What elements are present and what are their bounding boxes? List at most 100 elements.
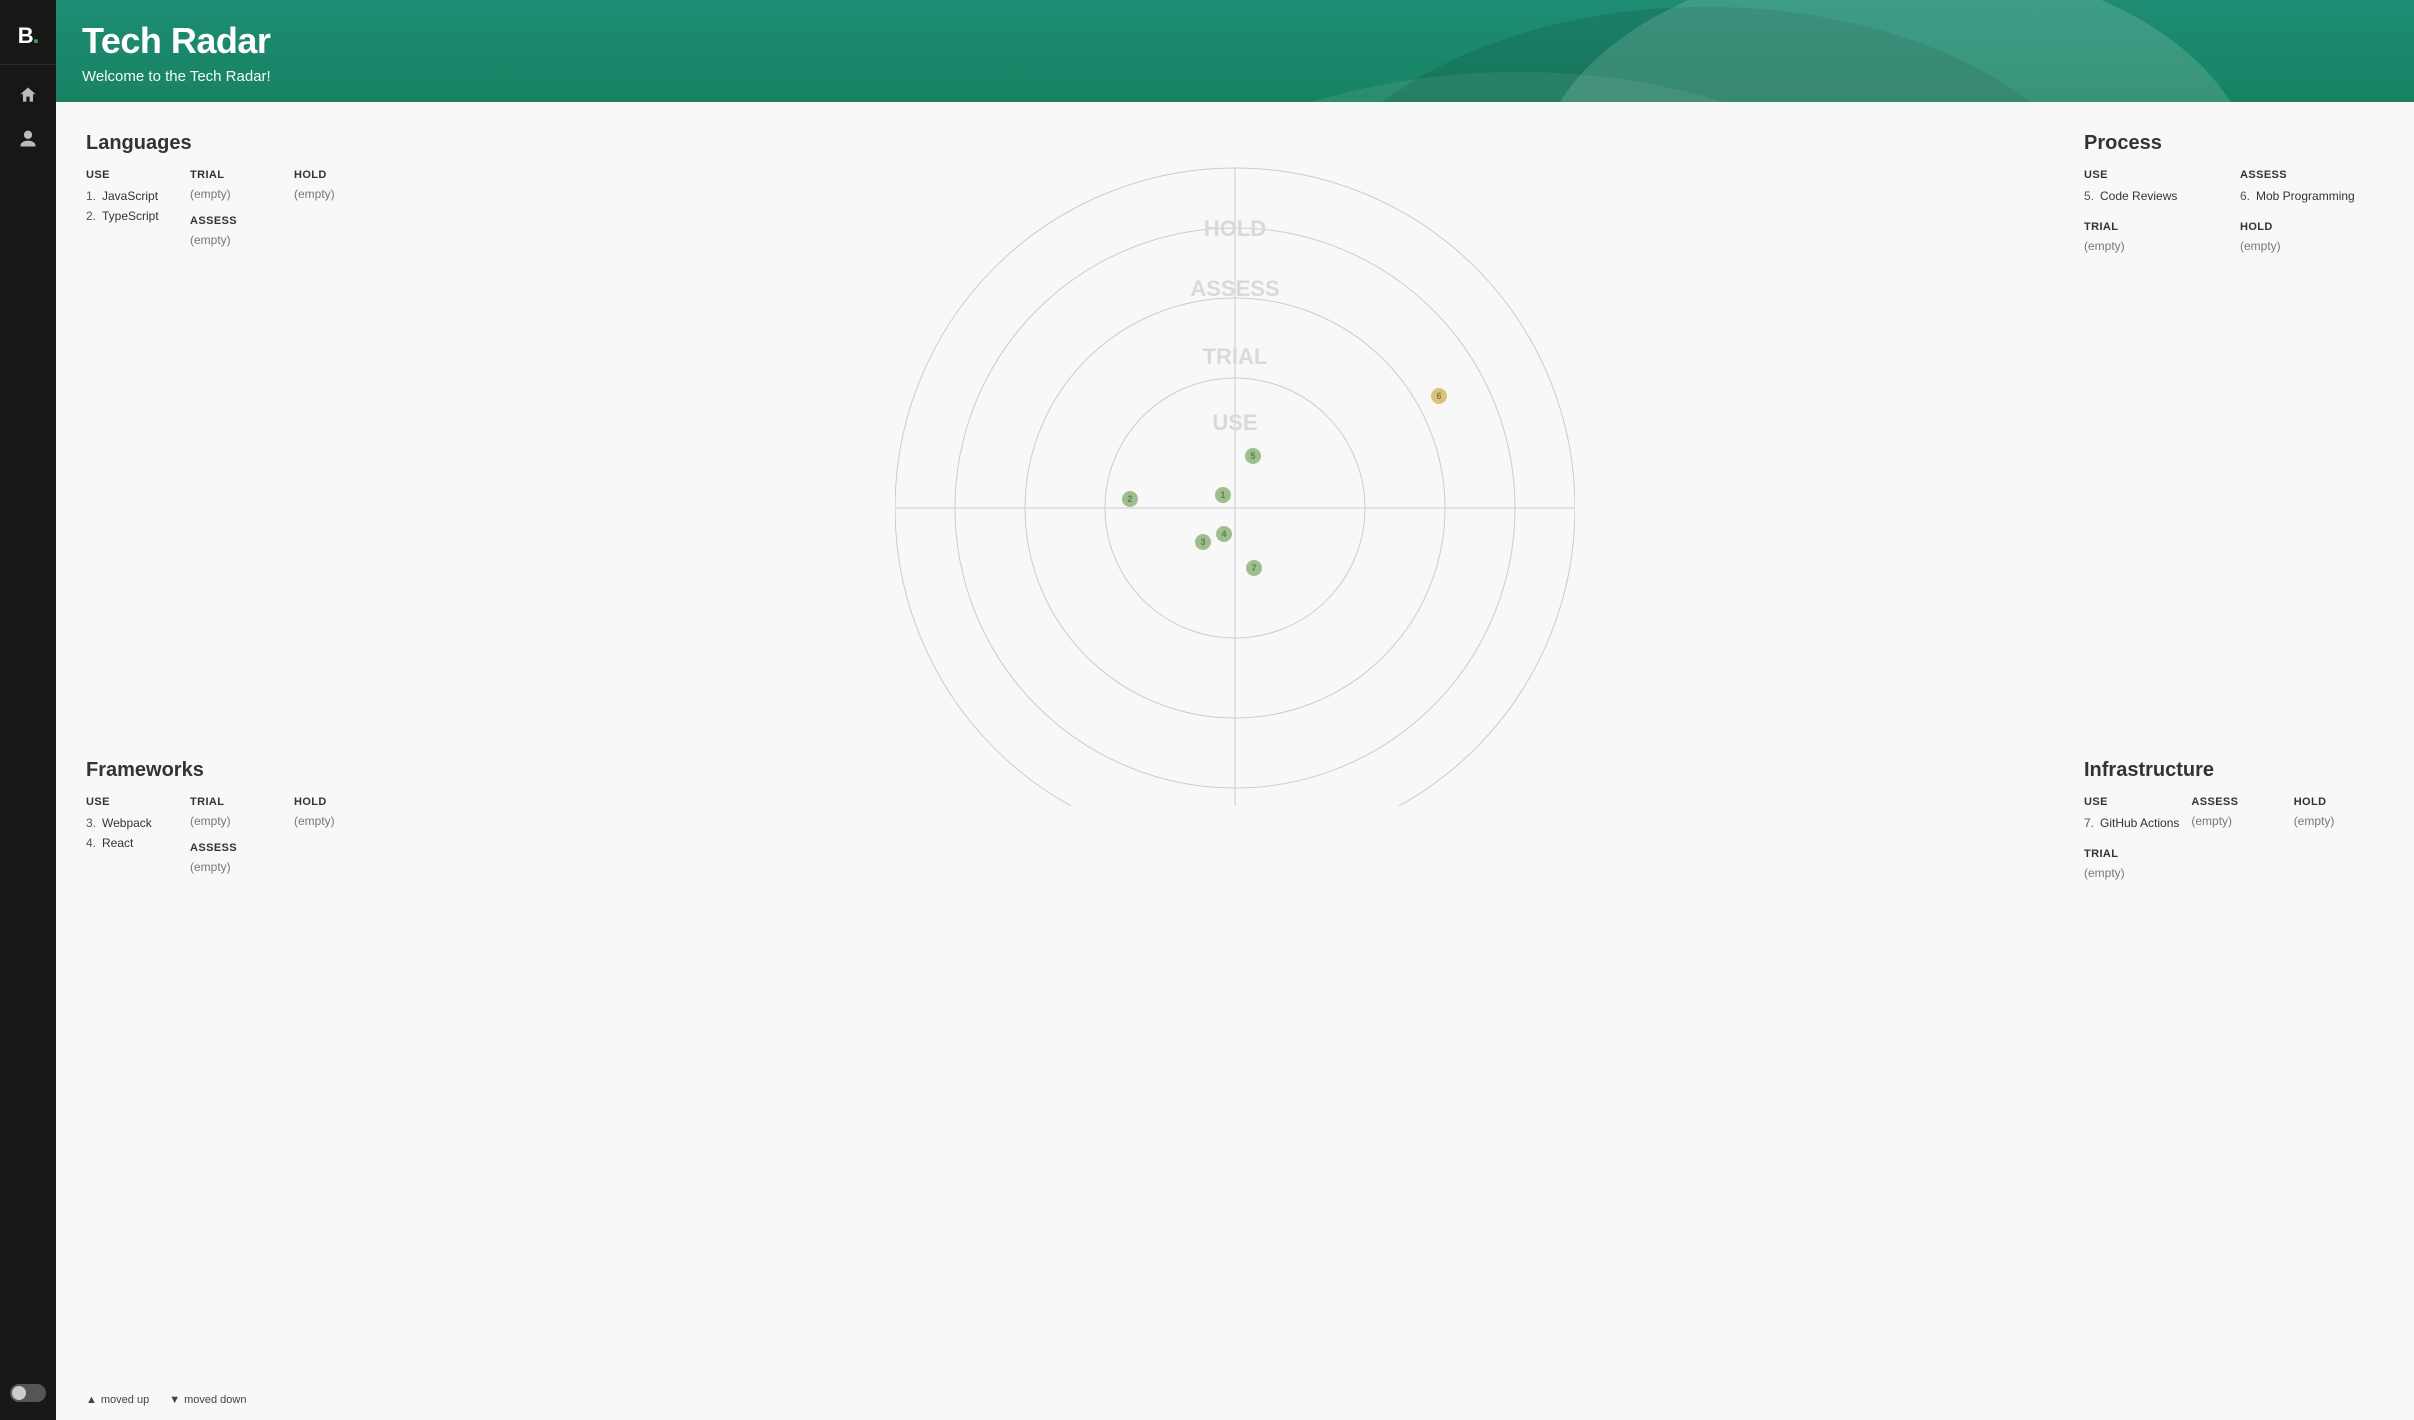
radar-wrap: USE TRIAL ASSESS HOLD 1 2 3 4 5 6 7 xyxy=(86,126,2384,1380)
radar-blip-6[interactable]: 6 xyxy=(1431,388,1447,404)
ring-trial: TRIAL (empty) xyxy=(190,169,282,201)
ring-hold: HOLD (empty) xyxy=(294,796,386,828)
empty-label: (empty) xyxy=(190,233,282,247)
radar-blip-4[interactable]: 4 xyxy=(1216,526,1232,542)
radar-blip-2[interactable]: 2 xyxy=(1122,491,1138,507)
legend-moved-up-label: moved up xyxy=(101,1394,149,1406)
quadrant-title: Infrastructure xyxy=(2084,759,2384,782)
empty-label: (empty) xyxy=(294,814,386,828)
ring-title-use: USE xyxy=(86,169,178,181)
quadrant-languages: Languages USE 1.JavaScript2.TypeScript T… xyxy=(86,126,386,753)
ring-title-hold: HOLD xyxy=(294,169,386,181)
ring-use: USE 5.Code Reviews xyxy=(2084,169,2228,207)
ring-title-assess: ASSESS xyxy=(2240,169,2384,181)
ring-title-hold: HOLD xyxy=(2240,221,2384,233)
home-button[interactable] xyxy=(0,73,56,117)
ring-title-assess: ASSESS xyxy=(2191,796,2281,808)
radar-blip-3[interactable]: 3 xyxy=(1195,534,1211,550)
ring-title-trial: TRIAL xyxy=(190,796,282,808)
ring-title-use: USE xyxy=(86,796,178,808)
ring-title-use: USE xyxy=(2084,796,2179,808)
entry-num: 2. xyxy=(86,207,102,227)
ring-use: USE 7.GitHub Actions xyxy=(2084,796,2179,834)
blip-number: 6 xyxy=(1436,391,1441,401)
radar-ring-label: USE xyxy=(1212,410,1257,435)
logo-dot: . xyxy=(33,22,39,50)
app-logo[interactable]: B. xyxy=(0,12,56,60)
quadrant-frameworks: Frameworks USE 3.Webpack4.React TRIAL (e… xyxy=(86,753,386,1380)
radar-blip-5[interactable]: 5 xyxy=(1245,448,1261,464)
ring-title-use: USE xyxy=(2084,169,2228,181)
blip-number: 3 xyxy=(1200,537,1205,547)
radar-entry[interactable]: 7.GitHub Actions xyxy=(2084,814,2179,834)
radar-entry[interactable]: 1.JavaScript xyxy=(86,187,178,207)
quadrant-title: Process xyxy=(2084,132,2384,155)
ring-title-assess: ASSESS xyxy=(190,842,282,854)
blip-number: 2 xyxy=(1127,494,1132,504)
sidebar: B. xyxy=(0,0,56,1420)
ring-assess: ASSESS (empty) xyxy=(190,215,282,247)
entry-label: Webpack xyxy=(102,816,152,830)
radar-entry[interactable]: 2.TypeScript xyxy=(86,207,178,227)
ring-hold: HOLD (empty) xyxy=(294,169,386,201)
entry-num: 5. xyxy=(2084,187,2100,207)
sidebar-divider xyxy=(0,64,56,65)
empty-label: (empty) xyxy=(190,814,282,828)
ring-use: USE 3.Webpack4.React xyxy=(86,796,178,854)
ring-assess: ASSESS (empty) xyxy=(190,842,282,874)
ring-trial: TRIAL (empty) xyxy=(190,796,282,828)
quadrant-infrastructure: Infrastructure USE 7.GitHub Actions TRIA… xyxy=(2084,753,2384,1380)
page-subtitle: Welcome to the Tech Radar! xyxy=(82,68,2388,85)
ring-assess: ASSESS (empty) xyxy=(2191,796,2281,828)
radar-entry[interactable]: 6.Mob Programming xyxy=(2240,187,2384,207)
entry-num: 3. xyxy=(86,814,102,834)
account-button[interactable] xyxy=(0,117,56,161)
legend-moved-down-label: moved down xyxy=(184,1394,246,1406)
ring-title-hold: HOLD xyxy=(294,796,386,808)
theme-toggle[interactable] xyxy=(10,1384,46,1402)
entry-label: Mob Programming xyxy=(2256,189,2355,203)
empty-label: (empty) xyxy=(190,187,282,201)
ring-title-trial: TRIAL xyxy=(190,169,282,181)
entry-label: Code Reviews xyxy=(2100,189,2177,203)
empty-label: (empty) xyxy=(2240,239,2384,253)
radar-blip-7[interactable]: 7 xyxy=(1246,560,1262,576)
radar-ring-label: HOLD xyxy=(1204,216,1266,241)
entry-num: 6. xyxy=(2240,187,2256,207)
radar-ring-label: TRIAL xyxy=(1203,344,1268,369)
entry-num: 1. xyxy=(86,187,102,207)
entry-label: TypeScript xyxy=(102,209,159,223)
ring-title-trial: TRIAL xyxy=(2084,221,2228,233)
main: Tech Radar Welcome to the Tech Radar! US… xyxy=(56,0,2414,1420)
logo-text: B xyxy=(18,23,33,49)
radar-blip-1[interactable]: 1 xyxy=(1215,487,1231,503)
empty-label: (empty) xyxy=(2294,814,2384,828)
radar-entry[interactable]: 5.Code Reviews xyxy=(2084,187,2228,207)
entry-label: GitHub Actions xyxy=(2100,816,2179,830)
legend-moved-down: ▼ moved down xyxy=(169,1394,246,1406)
ring-use: USE 1.JavaScript2.TypeScript xyxy=(86,169,178,227)
page-title: Tech Radar xyxy=(82,20,2388,62)
radar-chart: USE TRIAL ASSESS HOLD 1 2 3 4 5 6 7 xyxy=(895,126,1575,806)
entry-label: JavaScript xyxy=(102,189,158,203)
radar-ring-label: ASSESS xyxy=(1190,276,1279,301)
ring-hold: HOLD (empty) xyxy=(2240,221,2384,253)
ring-title-assess: ASSESS xyxy=(190,215,282,227)
content: USETRIALASSESSHOLD1234567 Languages USE … xyxy=(56,102,2414,1420)
empty-label: (empty) xyxy=(294,187,386,201)
entry-num: 7. xyxy=(2084,814,2100,834)
ring-assess: ASSESS 6.Mob Programming xyxy=(2240,169,2384,207)
ring-hold: HOLD (empty) xyxy=(2294,796,2384,828)
page-header: Tech Radar Welcome to the Tech Radar! xyxy=(56,0,2414,102)
entry-label: React xyxy=(102,836,133,850)
radar-entry[interactable]: 3.Webpack xyxy=(86,814,178,834)
ring-title-hold: HOLD xyxy=(2294,796,2384,808)
blip-number: 7 xyxy=(1251,563,1256,573)
empty-label: (empty) xyxy=(2191,814,2281,828)
empty-label: (empty) xyxy=(2084,866,2179,880)
blip-number: 4 xyxy=(1221,529,1226,539)
home-icon xyxy=(18,85,38,105)
entry-num: 4. xyxy=(86,834,102,854)
legend-moved-up: ▲ moved up xyxy=(86,1394,149,1406)
radar-entry[interactable]: 4.React xyxy=(86,834,178,854)
